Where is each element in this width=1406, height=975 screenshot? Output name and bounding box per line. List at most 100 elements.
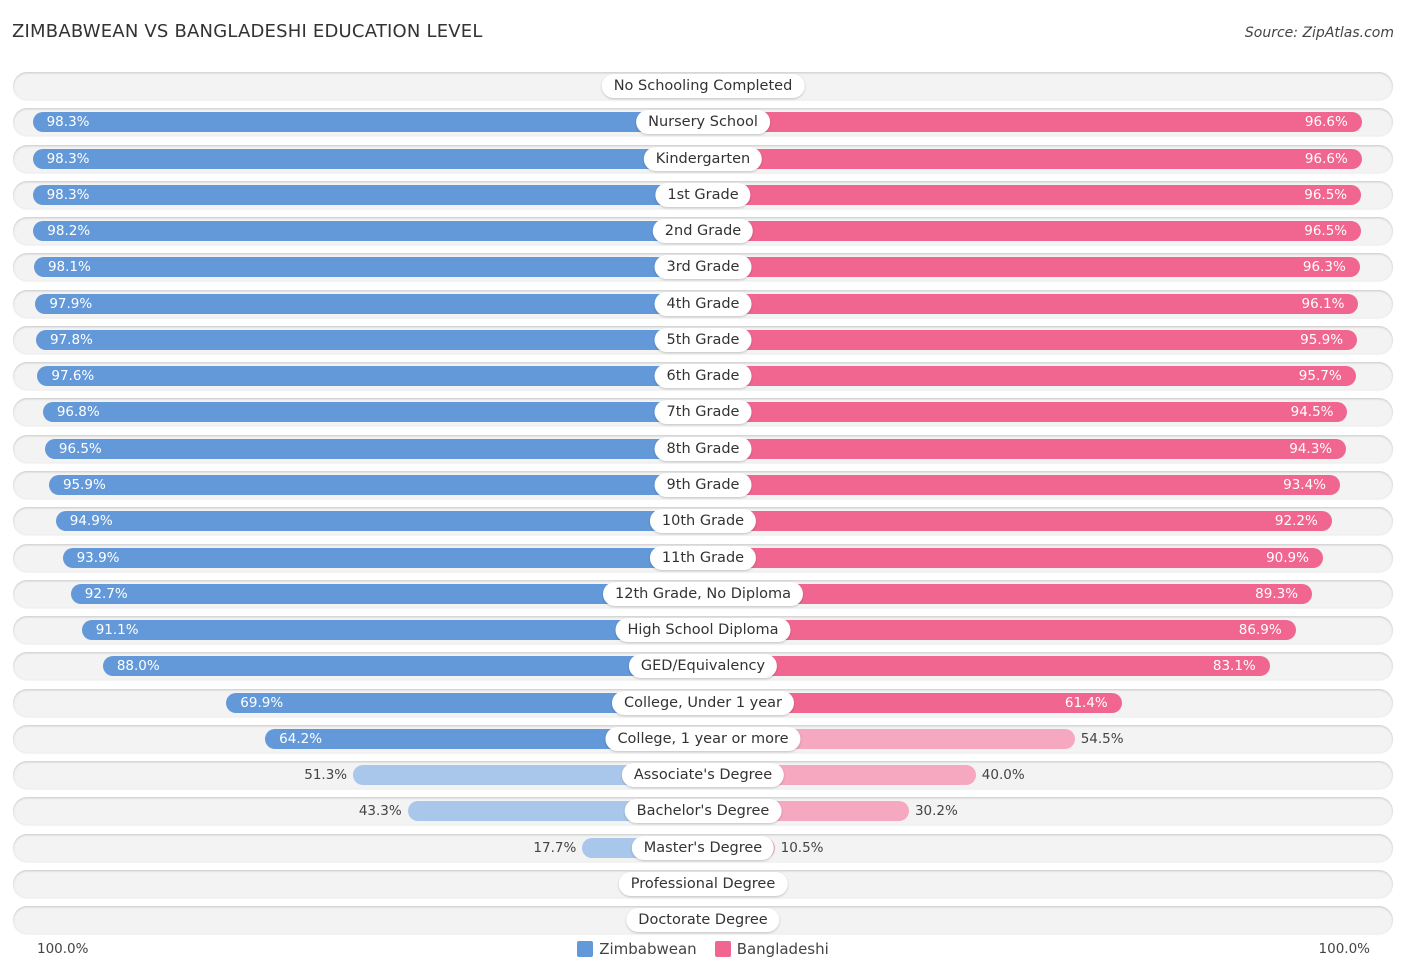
legend-label-bangladeshi: Bangladeshi [736, 940, 829, 958]
value-label-zimbabwean: 98.3% [46, 186, 90, 203]
category-label: 11th Grade [649, 545, 757, 570]
legend-label-zimbabwean: Zimbabwean [599, 940, 697, 958]
bar-zimbabwean[interactable] [36, 329, 703, 350]
bar-zimbabwean[interactable] [32, 112, 703, 133]
bar-zimbabwean[interactable] [44, 438, 703, 459]
bar-zimbabwean[interactable] [42, 402, 703, 423]
bar-bangladeshi[interactable] [703, 620, 1296, 641]
bar-zimbabwean[interactable] [55, 511, 703, 532]
value-label-bangladeshi: 89.3% [1255, 585, 1299, 602]
category-label: Nursery School [636, 110, 770, 135]
legend-swatch-zimbabwean [577, 941, 594, 957]
bar-bangladeshi[interactable] [703, 366, 1356, 387]
category-label: 10th Grade [649, 509, 757, 534]
value-label-zimbabwean: 91.1% [95, 622, 139, 639]
bar-bangladeshi[interactable] [703, 184, 1362, 205]
value-label-zimbabwean: 51.3% [304, 767, 348, 784]
value-label-bangladeshi: 61.4% [1064, 694, 1108, 711]
value-label-bangladeshi: 83.1% [1212, 658, 1256, 675]
bar-zimbabwean[interactable] [33, 221, 703, 242]
value-label-zimbabwean: 97.8% [50, 331, 93, 348]
legend-item-zimbabwean[interactable]: Zimbabwean [577, 940, 697, 958]
value-label-bangladeshi: 94.3% [1289, 440, 1333, 457]
value-label-bangladeshi: 96.6% [1304, 114, 1348, 131]
category-label: 1st Grade [655, 182, 751, 207]
bar-bangladeshi[interactable] [703, 438, 1347, 459]
category-label: No Schooling Completed [601, 74, 805, 98]
bar-bangladeshi[interactable] [703, 547, 1323, 568]
bar-bangladeshi[interactable] [703, 221, 1362, 242]
value-label-zimbabwean: 98.3% [46, 150, 90, 167]
value-label-zimbabwean: 93.9% [76, 549, 120, 566]
bar-zimbabwean[interactable] [37, 366, 703, 387]
value-label-bangladeshi: 10.5% [780, 839, 824, 856]
category-label: 12th Grade, No Diploma [603, 581, 803, 606]
legend-swatch-bangladeshi [714, 941, 731, 957]
value-label-zimbabwean: 94.9% [69, 513, 113, 530]
bar-zimbabwean[interactable] [62, 547, 703, 568]
value-label-zimbabwean: 95.9% [62, 476, 106, 493]
category-label: 7th Grade [654, 400, 752, 425]
bar-bangladeshi[interactable] [703, 474, 1340, 495]
bar-bangladeshi[interactable] [703, 329, 1358, 350]
value-label-zimbabwean: 43.3% [358, 803, 402, 820]
value-label-bangladeshi: 96.6% [1304, 150, 1348, 167]
category-label: 6th Grade [654, 364, 752, 389]
category-label: 3rd Grade [654, 255, 752, 280]
category-label: Associate's Degree [621, 763, 785, 788]
category-label: Professional Degree [618, 871, 788, 896]
bar-zimbabwean[interactable] [35, 293, 703, 314]
value-label-zimbabwean: 98.1% [47, 259, 91, 276]
bar-bangladeshi[interactable] [703, 402, 1348, 423]
value-label-bangladeshi: 96.3% [1302, 259, 1346, 276]
bar-zimbabwean[interactable] [32, 148, 703, 169]
category-label: College, 1 year or more [605, 726, 801, 751]
value-label-zimbabwean: 98.3% [46, 114, 90, 131]
value-label-bangladeshi: 40.0% [981, 767, 1025, 784]
bar-zimbabwean[interactable] [33, 257, 703, 278]
value-label-bangladeshi: 86.9% [1238, 622, 1282, 639]
value-label-zimbabwean: 98.2% [47, 223, 91, 240]
value-label-bangladeshi: 54.5% [1080, 730, 1124, 747]
value-label-bangladeshi: 94.5% [1290, 404, 1334, 421]
value-label-bangladeshi: 93.4% [1283, 476, 1326, 493]
value-label-zimbabwean: 96.8% [56, 404, 100, 421]
category-label: Master's Degree [631, 835, 775, 860]
value-label-bangladeshi: 96.5% [1304, 223, 1348, 240]
category-label: GED/Equivalency [628, 654, 778, 679]
value-label-zimbabwean: 96.5% [58, 440, 102, 457]
bar-zimbabwean[interactable] [102, 656, 703, 677]
value-label-bangladeshi: 95.9% [1300, 331, 1344, 348]
value-label-zimbabwean: 92.7% [84, 585, 128, 602]
category-label: College, Under 1 year [612, 690, 794, 715]
bar-zimbabwean[interactable] [81, 620, 703, 641]
category-label: Doctorate Degree [626, 908, 780, 933]
bar-zimbabwean[interactable] [32, 184, 703, 205]
bar-bangladeshi[interactable] [703, 257, 1360, 278]
value-label-zimbabwean: 97.9% [49, 295, 93, 312]
category-label: 2nd Grade [652, 219, 754, 244]
value-label-zimbabwean: 64.2% [279, 730, 323, 747]
value-label-zimbabwean: 88.0% [116, 658, 160, 675]
legend-item-bangladeshi[interactable]: Bangladeshi [714, 940, 829, 958]
category-label: Bachelor's Degree [624, 799, 782, 824]
bar-bangladeshi[interactable] [703, 511, 1332, 532]
value-label-zimbabwean: 69.9% [240, 694, 284, 711]
legend: Zimbabwean Bangladeshi [0, 940, 1406, 958]
category-label: Kindergarten [643, 146, 763, 171]
bar-bangladeshi[interactable] [703, 656, 1270, 677]
value-label-bangladeshi: 96.5% [1304, 186, 1348, 203]
value-label-bangladeshi: 30.2% [914, 803, 958, 820]
value-label-bangladeshi: 96.1% [1301, 295, 1345, 312]
diverging-bar-chart: 1.7%3.5%No Schooling Completed98.3%96.6%… [0, 0, 1406, 975]
category-label: 8th Grade [654, 436, 752, 461]
bar-bangladeshi[interactable] [703, 148, 1362, 169]
value-label-bangladeshi: 92.2% [1274, 513, 1318, 530]
value-label-bangladeshi: 95.7% [1298, 368, 1342, 385]
value-label-bangladeshi: 90.9% [1266, 549, 1309, 566]
bar-bangladeshi[interactable] [703, 293, 1359, 314]
category-label: 5th Grade [654, 327, 752, 352]
bar-bangladeshi[interactable] [703, 112, 1362, 133]
bar-zimbabwean[interactable] [48, 474, 703, 495]
category-label: High School Diploma [615, 618, 791, 643]
